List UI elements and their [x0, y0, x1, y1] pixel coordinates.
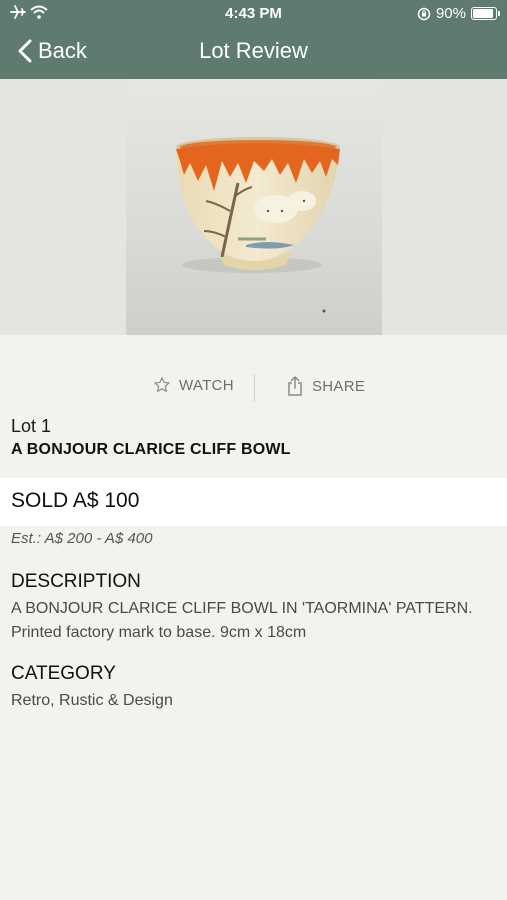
sold-price: SOLD A$ 100 — [11, 489, 140, 512]
lot-number: Lot 1 — [11, 416, 52, 436]
page-title: Lot Review — [199, 38, 308, 63]
navigation-bar: Back Lot Review — [0, 30, 507, 74]
lot-actions: WATCH SHARE — [0, 372, 507, 406]
category-text[interactable]: Retro, Rustic & Design — [11, 689, 491, 713]
description-text: A BONJOUR CLARICE CLIFF BOWL IN 'TAORMIN… — [11, 600, 473, 641]
lot-title: A BONJOUR CLARICE CLIFF BOWL — [11, 441, 291, 458]
description-heading: DESCRIPTION — [11, 571, 141, 592]
share-button[interactable]: SHARE — [286, 376, 365, 396]
lot-photo[interactable] — [126, 79, 382, 335]
orientation-lock-icon — [417, 7, 431, 20]
battery-percent: 90% — [435, 5, 466, 22]
status-bar: 4:43 PM 90% — [0, 0, 507, 28]
category-heading: CATEGORY — [11, 663, 116, 684]
battery-fill — [473, 9, 493, 18]
watch-button[interactable]: WATCH — [153, 376, 234, 394]
sold-price-row: SOLD A$ 100 — [0, 478, 507, 526]
star-icon — [154, 377, 170, 392]
bowl-image — [126, 79, 382, 335]
share-icon — [288, 376, 302, 396]
price-estimate: Est.: A$ 200 - A$ 400 — [11, 530, 153, 547]
watch-label: WATCH — [179, 376, 234, 394]
lot-image-area — [0, 79, 507, 335]
nav-header: 4:43 PM 90% Back Lot Review — [0, 0, 507, 79]
status-right: 90% — [417, 5, 500, 22]
battery-icon — [471, 7, 500, 20]
action-divider — [254, 374, 255, 402]
share-label: SHARE — [312, 377, 366, 395]
